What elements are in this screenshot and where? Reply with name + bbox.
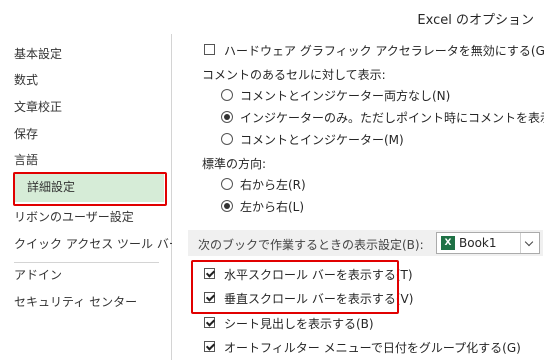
sidebar-item-label: 基本設定 (14, 47, 63, 61)
radio-no-comments[interactable] (221, 89, 233, 101)
sidebar-item-label: クイック アクセス ツール バー (14, 237, 181, 251)
comments-heading: コメントのあるセルに対して表示: (202, 68, 386, 82)
horizontal-scrollbar-checkbox[interactable] (204, 268, 215, 279)
sidebar-item-proofing[interactable]: 文章校正 (14, 95, 164, 119)
sidebar-item-quick-access-toolbar[interactable]: クイック アクセス ツール バー (14, 232, 181, 256)
sidebar-item-general[interactable]: 基本設定 (14, 42, 164, 66)
sidebar-item-formulas[interactable]: 数式 (14, 68, 164, 92)
radio-left-to-right[interactable] (221, 200, 233, 212)
workbook-display-section-header: 次のブックで作業するときの表示設定(B): X Book1 (188, 230, 543, 256)
sidebar-item-save[interactable]: 保存 (14, 122, 164, 146)
sidebar-item-label: 詳細設定 (27, 180, 76, 194)
chevron-down-icon[interactable] (520, 233, 539, 253)
sidebar-item-customize-ribbon[interactable]: リボンのユーザー設定 (14, 205, 164, 229)
radio-left-to-right-label: 左から右(L) (240, 200, 305, 214)
sidebar-item-label: リボンのユーザー設定 (14, 210, 134, 224)
radio-comments-and-indicators[interactable] (221, 133, 233, 145)
autofilter-group-dates-label: オートフィルター メニューで日付をグループ化する(G) (224, 341, 521, 355)
direction-heading: 標準の方向: (202, 157, 267, 171)
radio-right-to-left-label: 右から左(R) (240, 178, 306, 192)
sidebar-item-label: 文章校正 (14, 100, 63, 114)
sidebar-item-addins[interactable]: アドイン (14, 263, 164, 287)
sidebar-item-language[interactable]: 言語 (14, 148, 164, 172)
excel-workbook-icon: X (441, 236, 455, 250)
sidebar-item-label: アドイン (14, 268, 63, 282)
title-bar: Excel のオプション (0, 0, 550, 34)
window-title: Excel のオプション (417, 13, 534, 28)
sheet-tabs-checkbox[interactable] (204, 317, 215, 328)
radio-comments-and-indicators-label: コメントとインジケーター(M) (240, 133, 404, 147)
sidebar-item-label: セキュリティ センター (14, 295, 138, 309)
horizontal-scrollbar-label: 水平スクロール バーを表示する(T) (224, 268, 413, 282)
workbook-display-section-label: 次のブックで作業するときの表示設定(B): (198, 238, 424, 252)
vertical-scrollbar-label: 垂直スクロール バーを表示する(V) (224, 292, 414, 306)
left-navigation: 基本設定 数式 文章校正 保存 言語 詳細設定 リボンのユーザー設定 クイック … (0, 34, 181, 360)
hw-accel-label: ハードウェア グラフィック アクセラレータを無効にする(G) (224, 44, 550, 58)
radio-indicator-only-label: インジケーターのみ。ただしポイント時にコメントを表示(I) (240, 111, 550, 125)
sheet-tabs-label: シート見出しを表示する(B) (224, 317, 374, 331)
radio-indicator-only[interactable] (221, 111, 233, 123)
options-content: ハードウェア グラフィック アクセラレータを無効にする(G) コメントのあるセル… (172, 34, 550, 360)
radio-right-to-left[interactable] (221, 178, 233, 190)
workbook-select[interactable]: X Book1 (436, 232, 540, 254)
vertical-scrollbar[interactable] (544, 34, 550, 360)
hw-accel-checkbox[interactable] (204, 44, 215, 55)
sidebar-item-advanced[interactable]: 詳細設定 (13, 172, 164, 202)
sidebar-item-label: 保存 (14, 127, 39, 141)
sidebar-item-trust-center[interactable]: セキュリティ センター (14, 290, 164, 314)
autofilter-group-dates-checkbox[interactable] (204, 341, 215, 352)
sidebar-item-label: 数式 (14, 73, 39, 87)
workbook-select-value: Book1 (459, 236, 497, 250)
sidebar-item-label: 言語 (14, 153, 39, 167)
vertical-scrollbar-checkbox[interactable] (204, 292, 215, 303)
radio-no-comments-label: コメントとインジケーター両方なし(N) (240, 89, 451, 103)
